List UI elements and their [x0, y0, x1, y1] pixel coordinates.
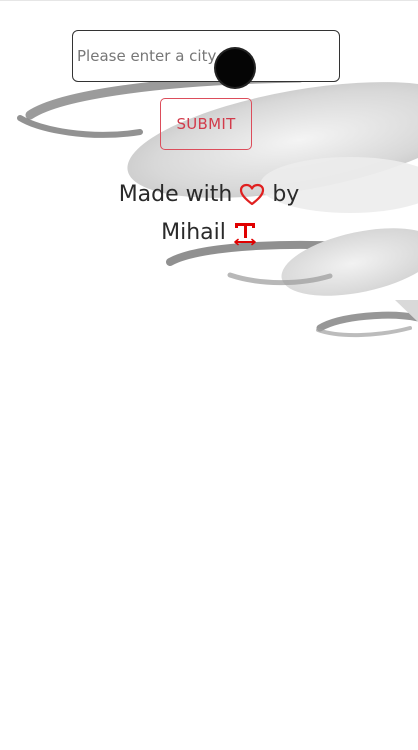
credits-line-1: Made with by	[0, 176, 418, 214]
app-page: SUBMIT Made with by Mihail	[0, 0, 418, 750]
by-text: by	[272, 182, 300, 207]
touch-cursor-indicator	[216, 49, 254, 87]
credits-footer: Made with by Mihail	[0, 176, 418, 252]
submit-button[interactable]: SUBMIT	[160, 98, 252, 150]
author-name: Mihail	[161, 220, 226, 245]
credits-line-2: Mihail	[0, 214, 418, 252]
heart-icon	[239, 183, 265, 207]
made-with-text: Made with	[118, 182, 233, 207]
t-logo-icon	[233, 220, 257, 246]
city-search-input[interactable]	[72, 30, 340, 82]
